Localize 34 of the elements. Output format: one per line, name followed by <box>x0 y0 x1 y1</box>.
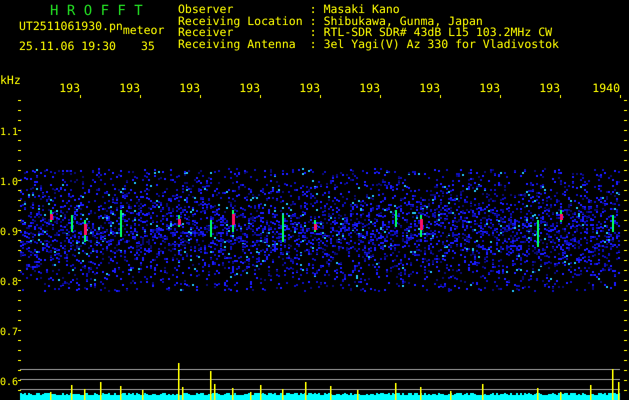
info-label: Receiving Location <box>178 16 303 27</box>
mode-label: meteor <box>122 25 164 35</box>
info-value: Shibukawa, Gunma, Japan <box>324 16 484 27</box>
info-label: Observer <box>178 4 234 16</box>
axis-unit-label: kHz <box>0 73 21 87</box>
count-value: 35 <box>140 41 155 52</box>
time-axis-label: 193 <box>299 81 320 95</box>
separator: : <box>310 27 317 38</box>
time-axis-label: 193 <box>479 81 500 95</box>
time-axis-label: 193 <box>59 81 80 95</box>
date-time: 25.11.06 19:30 <box>19 41 116 52</box>
frequency-axis-label: 1.1 <box>0 127 18 138</box>
separator: : <box>310 16 317 27</box>
file-name: UT2511061930.pn <box>19 21 123 35</box>
time-axis-label: 193 <box>359 81 380 95</box>
frequency-axis-label: 0.9 <box>0 227 18 238</box>
frequency-axis-label: 0.7 <box>0 327 18 338</box>
time-axis-label: 193 <box>539 81 560 95</box>
info-value: Masaki Kano <box>324 4 401 16</box>
time-axis-label: 193 <box>119 81 140 95</box>
separator: : <box>310 4 317 16</box>
frequency-axis-label: 0.6 <box>0 377 18 388</box>
info-label: Receiving Antenna <box>178 38 297 50</box>
info-label: Receiver <box>178 27 234 38</box>
time-axis-label: 193 <box>419 81 440 95</box>
info-value: RTL-SDR SDR# 43dB L15 103.2MHz CW <box>324 27 554 38</box>
frequency-axis-label: 1.0 <box>0 177 18 188</box>
time-axis-label: 193 <box>239 81 260 95</box>
frequency-axis-label: 0.8 <box>0 277 18 288</box>
time-axis-label: 1940 <box>592 81 620 95</box>
info-value: 3el Yagi(V) Az 330 for Vladivostok <box>324 38 559 50</box>
app-title: H R O F F T <box>49 4 144 18</box>
time-axis-label: 193 <box>179 81 200 95</box>
separator: : <box>310 38 317 50</box>
